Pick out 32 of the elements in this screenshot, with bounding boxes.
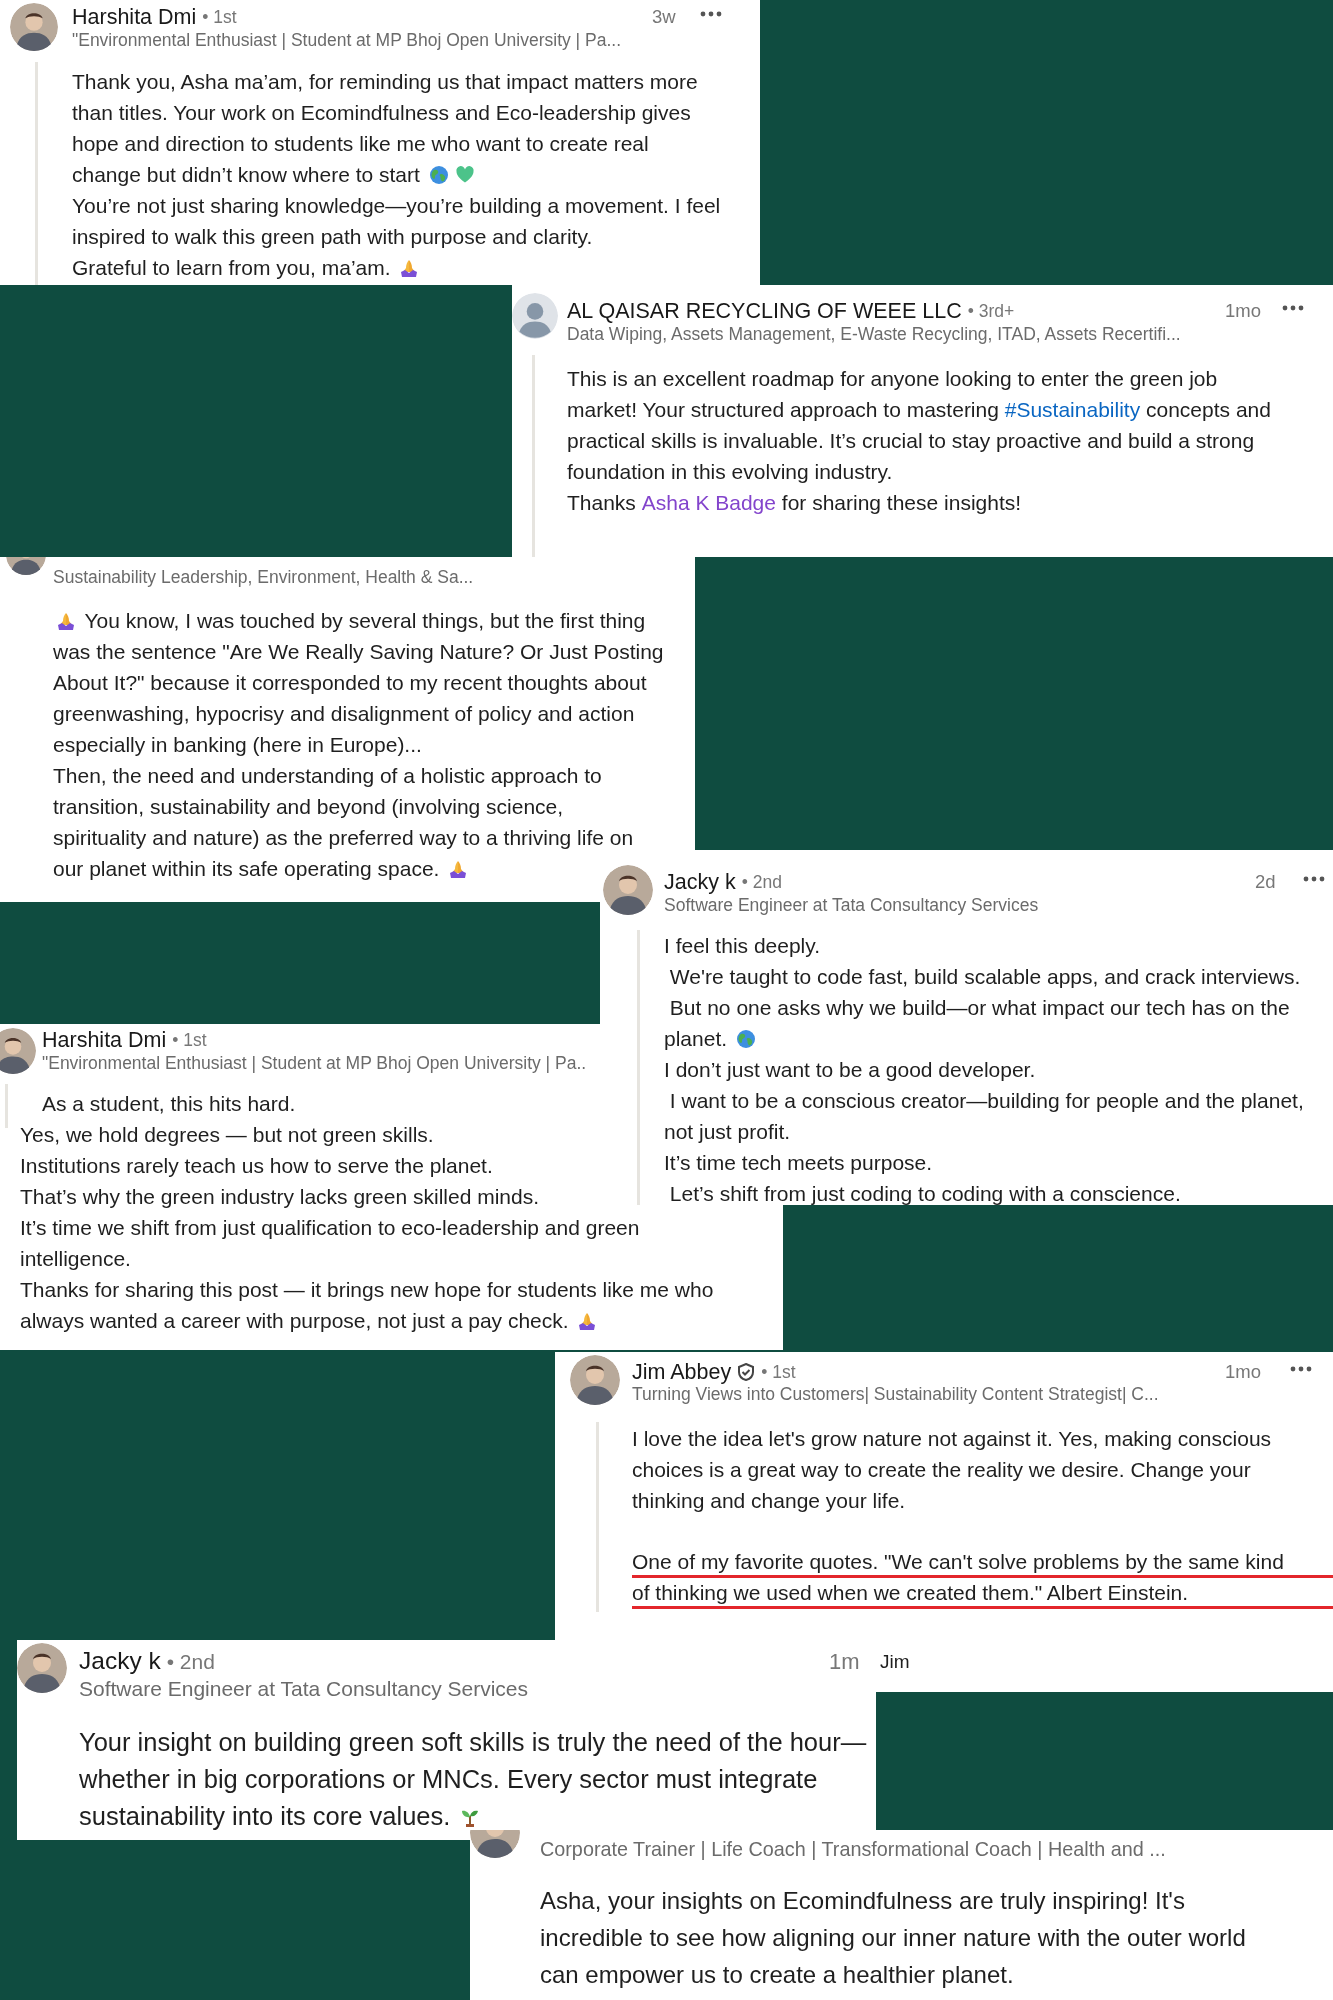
comment-text: Thank you, Asha ma’am, for reminding us that impact matters more than titles. Your work on Ecomindfulness and Eco-leadership gives hope and direction to students like me who want to create real change but didn’t know where to start You’re not just sharing knowledge—you’re building a movement. I feel inspired to walk this green path with purpose and clarity. Grateful to learn from you, ma’am.	[72, 69, 721, 281]
more-icon[interactable]	[1303, 876, 1325, 882]
globe-icon	[735, 1028, 756, 1049]
mention-link[interactable]: Asha K Badge	[641, 487, 776, 518]
comment-text: One of my favorite quotes. "We can't solve problems by the same kind of thinking we used when we created them." Albert Einstein.	[632, 1547, 1333, 1609]
globe-icon	[428, 164, 449, 185]
comment-text: Jim	[880, 1650, 910, 1674]
more-icon[interactable]	[1290, 1366, 1312, 1372]
connection-degree: • 2nd	[741, 871, 782, 894]
connection-degree: • 1st	[761, 1361, 796, 1384]
comment-time: 1mo	[1225, 299, 1261, 323]
hashtag-link[interactable]: #Sustainability	[1004, 394, 1141, 425]
comment-text: I feel this deeply. We're taught to code fast, build scalable apps, and crack interviews. But no one asks why we build—or what impact our tech has on the planet. I don’t just want to be a good developer. I want to be a conscious creator—building for people and the planet, not just profit. It’s time tech meets purpose. Let’s shift from just coding to coding with a conscience.	[664, 933, 1304, 1205]
more-icon[interactable]	[700, 11, 722, 17]
comment-text: You know, I was touched by several things, but the first thing was the sentence "Are We Really Saving Nature? Or Just Posting About It?" because it corresponded to my recent thoughts about greenwashing, hypocrisy and disalignment of policy and action especially in banking (here in Europe)... Then, the need and understanding of a holistic approach to transition, sustainability and beyond (involving science, spirituality and nature) as the preferred way to a thriving life on our planet within its safe operating space.	[53, 608, 664, 882]
comment-time: 1mo	[1225, 1360, 1261, 1384]
connection-degree: • 1st	[172, 1029, 207, 1052]
heart-icon	[454, 164, 475, 185]
more-icon[interactable]	[1282, 305, 1304, 311]
avatar-icon	[512, 293, 558, 339]
comment-time: 1m	[829, 1648, 860, 1676]
commenter-headline: Turning Views into Customers| Sustainability Content Strategist| C...	[632, 1384, 1159, 1406]
comment-text: I love the idea let's grow nature not against it. Yes, making conscious choices is a great way to create the reality we desire. Change your thinking and change your life.	[632, 1426, 1272, 1514]
connection-degree: • 3rd+	[967, 300, 1015, 323]
comment-text: Asha, your insights on Ecomindfulness are truly inspiring! It's incredible to see how aligning our inner nature with the outer world can empower us to create a healthier planet.	[540, 1886, 1246, 1990]
connection-degree: • 1st	[202, 6, 237, 29]
connection-degree: • 2nd	[166, 1648, 215, 1675]
comment-time: 3w	[652, 5, 676, 29]
commenter-headline: Sustainability Leadership, Environment, Health & Sa...	[53, 566, 474, 589]
comment-time: 2d	[1255, 870, 1276, 894]
commenter-headline: Corporate Trainer | Life Coach | Transformational Coach | Health and ...	[540, 1837, 1166, 1862]
comment-text: This is an excellent roadmap for anyone looking to enter the green job market! Your structured approach to mastering #Sustainability concepts and practical skills is invaluable. It’s crucial to stay proactive and build a strong foundation in this evolving industry. Thanks Asha K Badge for sharing these insights!	[567, 363, 1271, 518]
